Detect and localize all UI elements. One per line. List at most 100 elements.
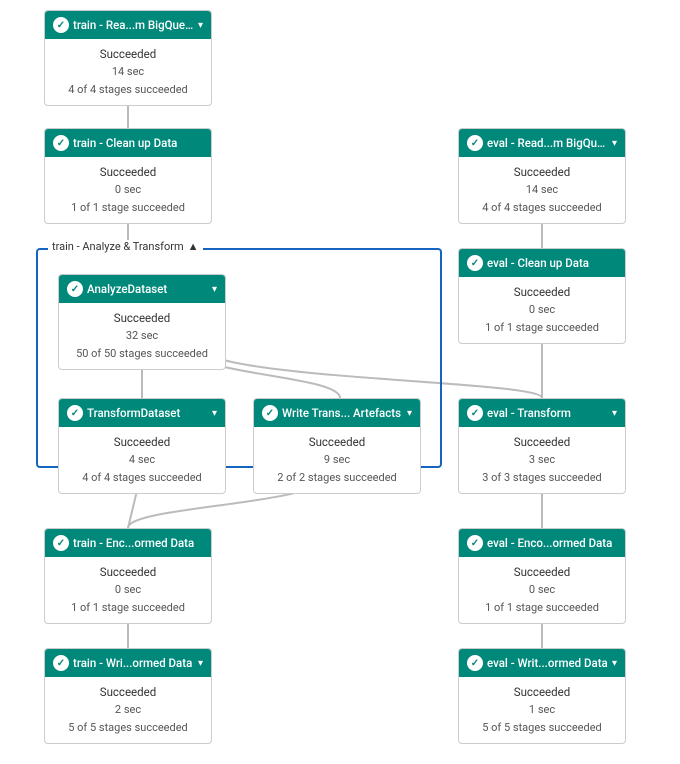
- node-status: Succeeded: [53, 563, 203, 581]
- check-icon: [467, 255, 483, 271]
- node-title: AnalyzeDataset: [87, 282, 208, 296]
- node-status: Succeeded: [467, 283, 617, 301]
- node-body: Succeeded 2 sec 5 of 5 stages succeeded: [45, 677, 211, 743]
- group-chevron-icon: ▲: [188, 240, 199, 253]
- node-title: train - Wri...ormed Data: [73, 656, 194, 670]
- group-title-text: train - Analyze & Transform: [52, 240, 184, 253]
- node-stages: 4 of 4 stages succeeded: [467, 199, 617, 217]
- node-stages: 1 of 1 stage succeeded: [53, 599, 203, 617]
- node-time: 0 sec: [467, 301, 617, 319]
- node-title: eval - Transform: [487, 406, 608, 420]
- node-stages: 1 of 1 stage succeeded: [53, 199, 203, 217]
- node-time: 3 sec: [467, 451, 617, 469]
- node-status: Succeeded: [67, 433, 217, 451]
- node-body: Succeeded 9 sec 2 of 2 stages succeeded: [254, 427, 420, 493]
- node-train-read-bigquery[interactable]: train - Rea...m BigQuery ▾ Succeeded 14 …: [44, 10, 212, 106]
- node-header: AnalyzeDataset ▾: [59, 275, 225, 303]
- node-body: Succeeded 1 sec 5 of 5 stages succeeded: [459, 677, 625, 743]
- node-body: Succeeded 14 sec 4 of 4 stages succeeded: [45, 39, 211, 105]
- check-icon: [67, 281, 83, 297]
- chevron-icon: ▾: [212, 284, 217, 295]
- node-train-enc-ormed[interactable]: train - Enc...ormed Data Succeeded 0 sec…: [44, 528, 212, 624]
- check-icon: [467, 655, 483, 671]
- node-train-wri-ormed[interactable]: train - Wri...ormed Data ▾ Succeeded 2 s…: [44, 648, 212, 744]
- node-status: Succeeded: [467, 433, 617, 451]
- node-status: Succeeded: [467, 563, 617, 581]
- node-status: Succeeded: [53, 45, 203, 63]
- node-time: 14 sec: [467, 181, 617, 199]
- pipeline-canvas: train - Analyze & Transform ▲ train - Re…: [0, 0, 680, 764]
- node-title: train - Rea...m BigQuery: [73, 18, 194, 32]
- chevron-icon: ▾: [198, 20, 203, 31]
- node-stages: 5 of 5 stages succeeded: [53, 719, 203, 737]
- node-header: eval - Read...m BigQuery ▾: [459, 129, 625, 157]
- node-eval-read-bigquery[interactable]: eval - Read...m BigQuery ▾ Succeeded 14 …: [458, 128, 626, 224]
- node-analyze-dataset[interactable]: AnalyzeDataset ▾ Succeeded 32 sec 50 of …: [58, 274, 226, 370]
- node-header: eval - Clean up Data: [459, 249, 625, 277]
- node-header: Write Trans... Artefacts ▾: [254, 399, 420, 427]
- node-body: Succeeded 32 sec 50 of 50 stages succeed…: [59, 303, 225, 369]
- node-eval-writ-ormed[interactable]: eval - Writ...ormed Data ▾ Succeeded 1 s…: [458, 648, 626, 744]
- node-title: train - Enc...ormed Data: [73, 536, 203, 550]
- node-body: Succeeded 0 sec 1 of 1 stage succeeded: [459, 277, 625, 343]
- chevron-icon: ▾: [612, 138, 617, 149]
- node-status: Succeeded: [53, 163, 203, 181]
- check-icon: [262, 405, 278, 421]
- node-time: 1 sec: [467, 701, 617, 719]
- check-icon: [67, 405, 83, 421]
- check-icon: [53, 655, 69, 671]
- node-write-transform-artefacts[interactable]: Write Trans... Artefacts ▾ Succeeded 9 s…: [253, 398, 421, 494]
- node-header: TransformDataset ▾: [59, 399, 225, 427]
- node-stages: 3 of 3 stages succeeded: [467, 469, 617, 487]
- node-time: 32 sec: [67, 327, 217, 345]
- node-title: eval - Writ...ormed Data: [487, 656, 608, 670]
- node-body: Succeeded 0 sec 1 of 1 stage succeeded: [459, 557, 625, 623]
- check-icon: [53, 17, 69, 33]
- node-header: eval - Writ...ormed Data ▾: [459, 649, 625, 677]
- node-status: Succeeded: [467, 163, 617, 181]
- node-time: 0 sec: [467, 581, 617, 599]
- node-header: train - Wri...ormed Data ▾: [45, 649, 211, 677]
- node-stages: 4 of 4 stages succeeded: [67, 469, 217, 487]
- node-header: eval - Enco...ormed Data: [459, 529, 625, 557]
- node-time: 4 sec: [67, 451, 217, 469]
- node-title: Write Trans... Artefacts: [282, 406, 403, 420]
- check-icon: [467, 535, 483, 551]
- chevron-icon: ▾: [212, 408, 217, 419]
- node-body: Succeeded 14 sec 4 of 4 stages succeeded: [459, 157, 625, 223]
- node-title: train - Clean up Data: [73, 136, 203, 150]
- node-title: eval - Enco...ormed Data: [487, 536, 617, 550]
- node-body: Succeeded 0 sec 1 of 1 stage succeeded: [45, 157, 211, 223]
- node-status: Succeeded: [67, 309, 217, 327]
- node-stages: 5 of 5 stages succeeded: [467, 719, 617, 737]
- node-body: Succeeded 0 sec 1 of 1 stage succeeded: [45, 557, 211, 623]
- node-title: eval - Read...m BigQuery: [487, 136, 608, 150]
- check-icon: [53, 535, 69, 551]
- node-header: eval - Transform ▾: [459, 399, 625, 427]
- node-stages: 50 of 50 stages succeeded: [67, 345, 217, 363]
- node-train-cleanup[interactable]: train - Clean up Data Succeeded 0 sec 1 …: [44, 128, 212, 224]
- group-label[interactable]: train - Analyze & Transform ▲: [48, 240, 203, 253]
- node-time: 0 sec: [53, 181, 203, 199]
- node-stages: 4 of 4 stages succeeded: [53, 81, 203, 99]
- node-body: Succeeded 3 sec 3 of 3 stages succeeded: [459, 427, 625, 493]
- node-eval-cleanup[interactable]: eval - Clean up Data Succeeded 0 sec 1 o…: [458, 248, 626, 344]
- node-eval-enc-ormed[interactable]: eval - Enco...ormed Data Succeeded 0 sec…: [458, 528, 626, 624]
- node-header: train - Rea...m BigQuery ▾: [45, 11, 211, 39]
- check-icon: [53, 135, 69, 151]
- check-icon: [467, 135, 483, 151]
- node-time: 0 sec: [53, 581, 203, 599]
- node-eval-transform[interactable]: eval - Transform ▾ Succeeded 3 sec 3 of …: [458, 398, 626, 494]
- node-transform-dataset[interactable]: TransformDataset ▾ Succeeded 4 sec 4 of …: [58, 398, 226, 494]
- node-header: train - Clean up Data: [45, 129, 211, 157]
- check-icon: [467, 405, 483, 421]
- node-time: 14 sec: [53, 63, 203, 81]
- node-body: Succeeded 4 sec 4 of 4 stages succeeded: [59, 427, 225, 493]
- node-stages: 2 of 2 stages succeeded: [262, 469, 412, 487]
- node-time: 9 sec: [262, 451, 412, 469]
- chevron-icon: ▾: [407, 408, 412, 419]
- node-title: eval - Clean up Data: [487, 256, 617, 270]
- chevron-icon: ▾: [198, 658, 203, 669]
- node-title: TransformDataset: [87, 406, 208, 420]
- chevron-icon: ▾: [612, 658, 617, 669]
